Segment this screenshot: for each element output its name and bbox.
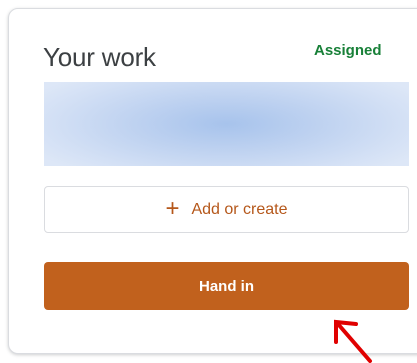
status-badge: Assigned: [314, 42, 382, 59]
page: Your work Assigned + Add or create Hand …: [0, 0, 417, 363]
add-or-create-label: Add or create: [191, 200, 288, 218]
attachment-preview[interactable]: [44, 82, 409, 166]
red-arrow-icon: [334, 319, 372, 363]
add-or-create-button[interactable]: + Add or create: [44, 186, 409, 233]
hand-in-button[interactable]: Hand in: [44, 262, 409, 310]
plus-icon: +: [165, 194, 180, 222]
card-title: Your work: [43, 42, 156, 72]
hand-in-label: Hand in: [199, 277, 254, 295]
